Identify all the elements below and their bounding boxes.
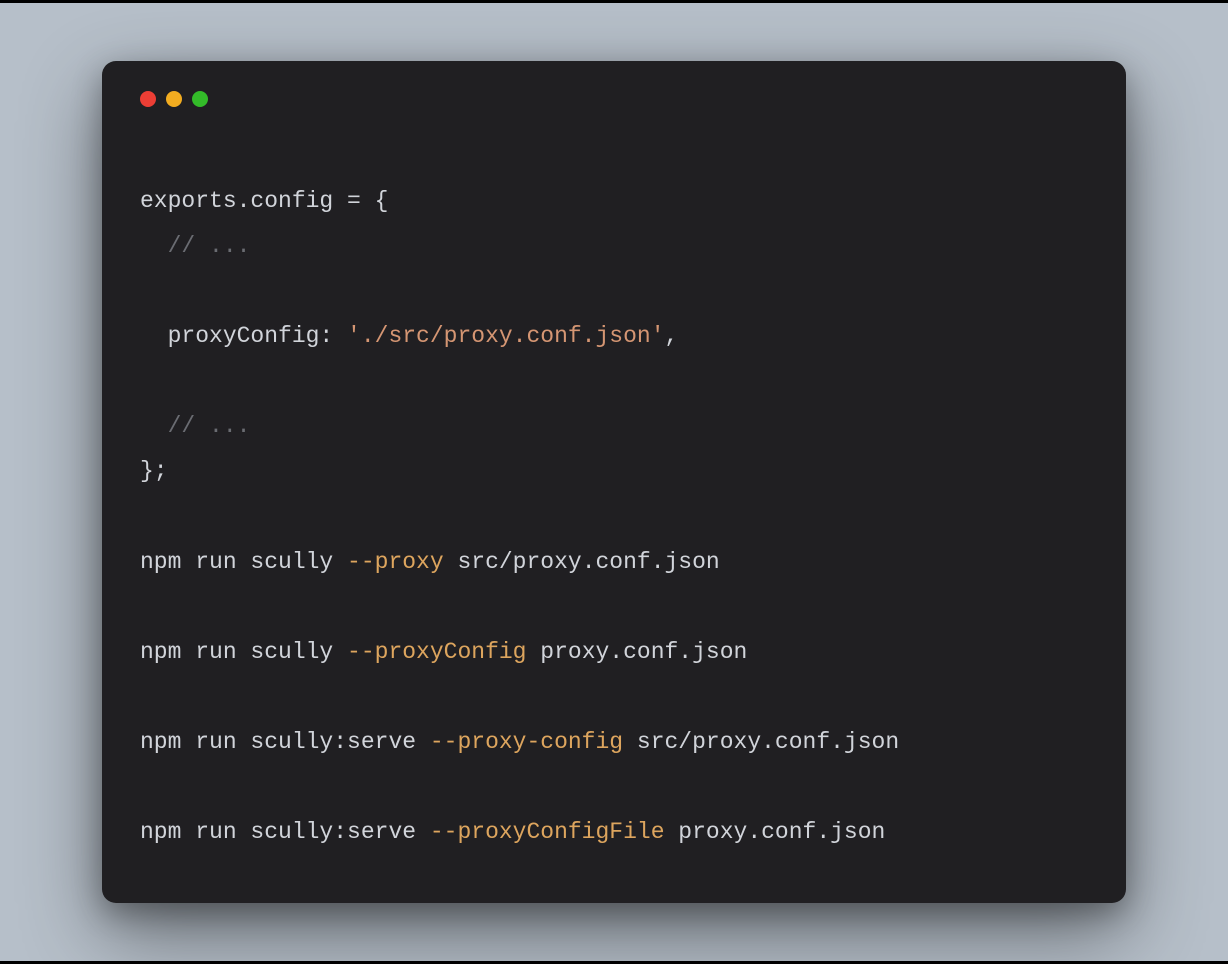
code-line-7: }; bbox=[140, 458, 168, 484]
maximize-icon[interactable] bbox=[192, 91, 208, 107]
code-line-9: npm run scully --proxy src/proxy.conf.js… bbox=[140, 549, 720, 575]
command: npm run scully bbox=[140, 549, 347, 575]
indent bbox=[140, 233, 168, 259]
cli-flag: --proxyConfigFile bbox=[430, 819, 665, 845]
code-line-11: npm run scully --proxyConfig proxy.conf.… bbox=[140, 639, 747, 665]
cli-flag: --proxy bbox=[347, 549, 444, 575]
property: proxyConfig: bbox=[168, 323, 347, 349]
minimize-icon[interactable] bbox=[166, 91, 182, 107]
indent bbox=[140, 323, 168, 349]
code-block: exports.config = { // ... proxyConfig: '… bbox=[140, 179, 1088, 855]
code-line-4: proxyConfig: './src/proxy.conf.json', bbox=[140, 323, 678, 349]
command-arg: proxy.conf.json bbox=[526, 639, 747, 665]
cli-flag: --proxy-config bbox=[430, 729, 623, 755]
command: npm run scully bbox=[140, 639, 347, 665]
cli-flag: --proxyConfig bbox=[347, 639, 526, 665]
command-arg: proxy.conf.json bbox=[665, 819, 886, 845]
window-controls bbox=[140, 91, 1088, 107]
code-line-2: // ... bbox=[140, 233, 250, 259]
close-icon[interactable] bbox=[140, 91, 156, 107]
command: npm run scully:serve bbox=[140, 729, 430, 755]
comment: // ... bbox=[168, 233, 251, 259]
code-line-15: npm run scully:serve --proxyConfigFile p… bbox=[140, 819, 885, 845]
command: npm run scully:serve bbox=[140, 819, 430, 845]
command-arg: src/proxy.conf.json bbox=[623, 729, 899, 755]
terminal-window: exports.config = { // ... proxyConfig: '… bbox=[102, 61, 1126, 903]
comment: // ... bbox=[168, 413, 251, 439]
code-line-6: // ... bbox=[140, 413, 250, 439]
code-line-1: exports.config = { bbox=[140, 188, 388, 214]
string-literal: './src/proxy.conf.json' bbox=[347, 323, 664, 349]
indent bbox=[140, 413, 168, 439]
punctuation: , bbox=[665, 323, 679, 349]
command-arg: src/proxy.conf.json bbox=[444, 549, 720, 575]
code-line-13: npm run scully:serve --proxy-config src/… bbox=[140, 729, 899, 755]
